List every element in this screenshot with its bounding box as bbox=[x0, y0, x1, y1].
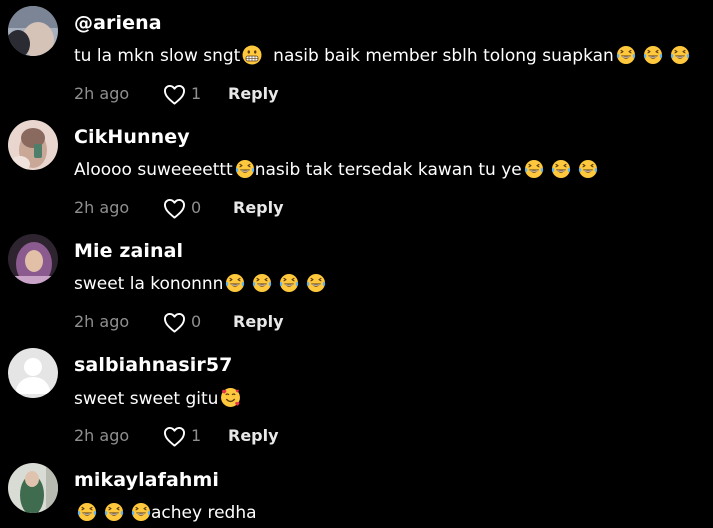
comment-text: achey redha bbox=[77, 502, 257, 524]
comment-text-part: tu la mkn slow sngt bbox=[74, 46, 241, 66]
comment-text: sweet la kononnn bbox=[74, 273, 327, 295]
heart-icon bbox=[163, 426, 185, 447]
comment-username[interactable]: CikHunney bbox=[74, 126, 190, 148]
like-count: 0 bbox=[191, 198, 202, 217]
comment-text: tu la mkn slow sngt nasib baik member sb… bbox=[74, 45, 690, 67]
laughing-tears-icon bbox=[225, 273, 246, 293]
heart-icon bbox=[163, 84, 185, 105]
reply-button[interactable]: Reply bbox=[228, 425, 279, 447]
laughing-tears-icon bbox=[77, 502, 97, 522]
grimacing-face-icon bbox=[242, 45, 262, 65]
heart-icon bbox=[163, 312, 185, 333]
comment-timestamp: 2h ago bbox=[74, 84, 130, 103]
comment-username[interactable]: Mie zainal bbox=[74, 240, 183, 262]
avatar[interactable] bbox=[8, 6, 58, 56]
comment-username[interactable]: salbiahnasir57 bbox=[74, 354, 232, 376]
reply-button[interactable]: Reply bbox=[233, 311, 284, 333]
like-count: 1 bbox=[191, 84, 202, 103]
laughing-tears-icon bbox=[670, 45, 690, 65]
comment-timestamp: 2h ago bbox=[74, 198, 130, 217]
comment-username[interactable]: mikaylafahmi bbox=[74, 469, 219, 491]
laughing-tears-icon bbox=[643, 45, 663, 65]
avatar[interactable] bbox=[8, 348, 58, 398]
comment-text: Aloooo suweeeettt nasib tak tersedak kawa… bbox=[74, 159, 598, 181]
comment-text: sweet sweet gitu bbox=[74, 387, 241, 410]
reply-button[interactable]: Reply bbox=[233, 197, 284, 219]
like-count: 0 bbox=[191, 312, 202, 331]
laughing-tears-icon bbox=[131, 502, 151, 522]
comment-text-part: nasib baik member sblh tolong suapkan bbox=[262, 46, 614, 66]
avatar[interactable] bbox=[8, 120, 58, 170]
comment-text-part: sweet la kononnn bbox=[74, 274, 224, 294]
laughing-tears-icon bbox=[104, 502, 124, 522]
avatar[interactable] bbox=[8, 463, 58, 513]
comment-text-part: achey redha bbox=[151, 503, 257, 523]
comment-text-part: sweet sweet gitu bbox=[74, 389, 219, 409]
comment-timestamp: 2h ago bbox=[74, 312, 130, 331]
comment-text-part: Aloooo suweeeettt bbox=[74, 160, 233, 180]
laughing-tears-icon bbox=[235, 159, 255, 179]
heart-icon bbox=[163, 198, 185, 219]
smiling-face-with-hearts-icon bbox=[221, 388, 241, 407]
laughing-tears-icon bbox=[578, 159, 598, 179]
comment-username[interactable]: @ariena bbox=[74, 12, 162, 34]
laughing-tears-icon bbox=[551, 159, 571, 179]
laughing-tears-icon bbox=[306, 273, 327, 293]
like-count: 1 bbox=[191, 426, 202, 445]
avatar[interactable] bbox=[8, 234, 58, 284]
reply-button[interactable]: Reply bbox=[228, 83, 279, 105]
laughing-tears-icon bbox=[252, 273, 273, 293]
laughing-tears-icon bbox=[616, 45, 636, 65]
comment-text-part: nasib tak tersedak kawan tu ye bbox=[254, 160, 522, 180]
laughing-tears-icon bbox=[524, 159, 544, 179]
comment-timestamp: 2h ago bbox=[74, 426, 130, 445]
laughing-tears-icon bbox=[279, 273, 300, 293]
